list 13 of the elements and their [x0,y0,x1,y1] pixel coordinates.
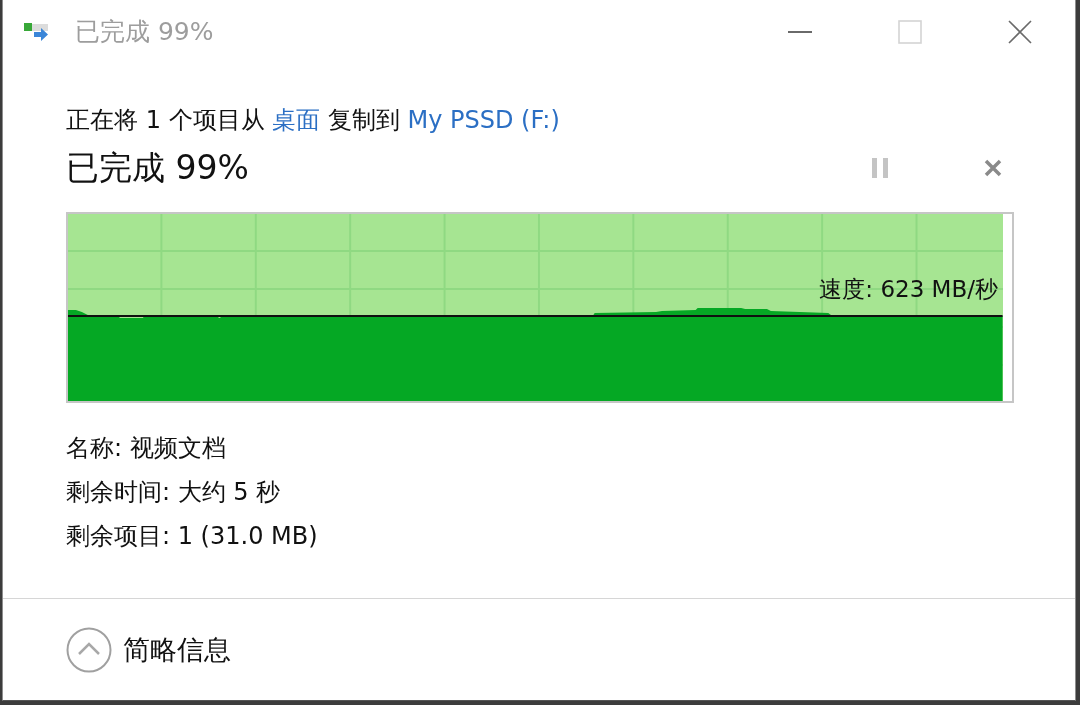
file-copy-icon [24,21,50,43]
speed-label: 速度: 623 MB/秒 [819,275,998,304]
details-toggle-button[interactable]: 简略信息 [66,626,231,673]
detail-text: 名称: 视频文档 [66,433,227,464]
pause-icon [872,158,888,178]
detail-text: 剩余时间: 大约 5 秒 [66,477,282,508]
location-link[interactable]: My PSSD (F:) [407,106,560,134]
location-link[interactable]: 桌面 [272,106,321,134]
progress-heading: 已完成 99% [66,147,249,189]
detail-text: 剩余项目: 1 (31.0 MB) [66,521,319,552]
copy-status-text: 正在将 1 个项目从 桌面 复制到 My PSSD (F:) [66,105,561,136]
window-title: 已完成 99% [75,16,214,48]
close-icon [984,159,1002,177]
